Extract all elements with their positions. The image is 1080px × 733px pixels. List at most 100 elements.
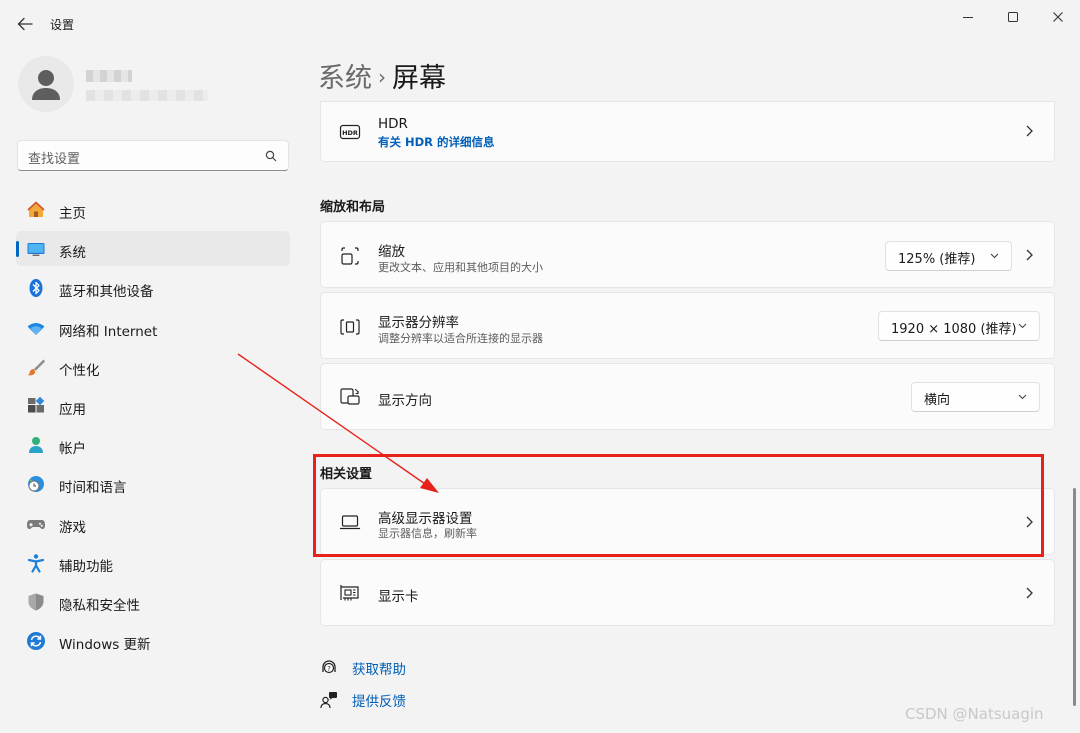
sidebar-item-windows-update[interactable]: Windows 更新	[16, 623, 290, 658]
svg-text:?: ?	[327, 665, 331, 673]
sidebar-item-label: 游戏	[59, 519, 86, 536]
graphics-card[interactable]: 显示卡	[320, 559, 1055, 626]
home-icon	[27, 201, 45, 217]
orientation-card: 显示方向 横向	[320, 363, 1055, 430]
back-arrow-icon[interactable]	[14, 14, 36, 34]
sidebar-item-accessibility[interactable]: 辅助功能	[16, 545, 290, 580]
chevron-right-icon	[1026, 587, 1033, 599]
feedback-link[interactable]: 提供反馈	[320, 690, 520, 710]
get-help-label: 获取帮助	[352, 662, 406, 678]
scale-dropdown[interactable]: 125% (推荐)	[885, 241, 1012, 271]
resolution-card: 显示器分辨率 调整分辨率以适合所连接的显示器 1920 × 1080 (推荐)	[320, 292, 1055, 359]
scale-card[interactable]: 缩放 更改文本、应用和其他项目的大小 125% (推荐)	[320, 221, 1055, 288]
sidebar-item-time-language[interactable]: 时间和语言	[16, 466, 290, 501]
sidebar-item-label: 辅助功能	[59, 558, 113, 575]
breadcrumb: 系统 › 屏幕	[318, 56, 446, 95]
sidebar-item-apps[interactable]: 应用	[16, 388, 290, 423]
sidebar-item-label: 时间和语言	[59, 480, 127, 497]
scale-subtitle: 更改文本、应用和其他项目的大小	[378, 261, 543, 274]
shield-icon	[28, 593, 44, 611]
sidebar-item-privacy[interactable]: 隐私和安全性	[16, 584, 290, 619]
account-name-redacted	[86, 70, 132, 82]
account-icon	[29, 437, 43, 454]
search-box[interactable]: 查找设置	[17, 140, 289, 171]
feedback-label: 提供反馈	[352, 694, 406, 710]
search-input[interactable]: 查找设置	[28, 148, 80, 167]
accessibility-icon	[27, 553, 45, 573]
chevron-down-icon	[1018, 394, 1027, 400]
orientation-title: 显示方向	[378, 393, 432, 409]
sidebar-item-label: 个性化	[59, 362, 100, 379]
advanced-display-title: 高级显示器设置	[378, 511, 473, 527]
minimize-button[interactable]	[950, 6, 986, 28]
chevron-down-icon	[1018, 323, 1027, 329]
orientation-dropdown[interactable]: 横向	[911, 382, 1040, 412]
title-bar: 设置	[0, 0, 1080, 48]
sidebar-item-label: 主页	[59, 206, 86, 222]
update-icon	[27, 632, 45, 651]
sidebar-item-label: 网络和 Internet	[59, 323, 158, 340]
sidebar-item-network[interactable]: 网络和 Internet	[16, 310, 290, 345]
sidebar-item-system[interactable]: 系统	[16, 231, 290, 267]
watermark: CSDN @Natsuagin	[905, 705, 1044, 723]
sidebar-item-personalization[interactable]: 个性化	[16, 349, 290, 384]
sidebar-item-bluetooth[interactable]: 蓝牙和其他设备	[16, 270, 290, 305]
maximize-button[interactable]	[995, 6, 1031, 28]
page-title: 屏幕	[392, 63, 446, 94]
chevron-down-icon	[990, 253, 999, 259]
hdr-icon: HDR	[339, 124, 361, 140]
brush-icon	[27, 359, 45, 376]
account-email-redacted	[86, 90, 208, 101]
hdr-details-link[interactable]: 有关 HDR 的详细信息	[378, 134, 495, 150]
chevron-right-icon	[1026, 516, 1033, 528]
resolution-subtitle: 调整分辨率以适合所连接的显示器	[378, 332, 543, 345]
get-help-link[interactable]: ? 获取帮助	[320, 658, 520, 678]
breadcrumb-parent[interactable]: 系统	[318, 63, 372, 94]
bluetooth-icon	[29, 279, 43, 298]
advanced-display-card[interactable]: 高级显示器设置 显示器信息，刷新率	[320, 488, 1055, 555]
advanced-display-subtitle: 显示器信息，刷新率	[378, 527, 477, 540]
scale-icon	[341, 247, 359, 265]
resolution-value: 1920 × 1080 (推荐)	[891, 322, 1017, 337]
search-icon[interactable]	[265, 150, 277, 162]
orientation-icon	[340, 388, 360, 405]
sidebar-item-gaming[interactable]: 游戏	[16, 506, 290, 541]
wifi-icon	[27, 322, 45, 335]
graphics-card-icon	[340, 585, 359, 601]
sidebar-item-label: 帐户	[59, 441, 86, 458]
resolution-icon	[340, 319, 360, 335]
orientation-value: 横向	[924, 393, 951, 408]
avatar[interactable]	[18, 56, 74, 112]
globe-clock-icon	[28, 476, 44, 493]
gamepad-icon	[27, 519, 45, 529]
sidebar-item-label: 系统	[59, 245, 86, 262]
section-heading-related: 相关设置	[320, 467, 373, 482]
scrollbar-thumb[interactable]	[1073, 488, 1076, 706]
apps-icon	[28, 396, 45, 413]
help-icon: ?	[322, 660, 336, 674]
resolution-dropdown[interactable]: 1920 × 1080 (推荐)	[878, 311, 1040, 341]
graphics-title: 显示卡	[378, 589, 419, 605]
close-button[interactable]	[1040, 6, 1076, 28]
sidebar-nav: 主页 系统 蓝牙和其他设备 网络和 Internet 个性化 应用 帐户 时间和…	[16, 192, 290, 662]
svg-text:HDR: HDR	[342, 129, 358, 137]
resolution-title: 显示器分辨率	[378, 315, 459, 331]
system-monitor-icon	[27, 243, 45, 257]
chevron-right-icon	[1026, 125, 1033, 137]
hdr-card[interactable]: HDR HDR 有关 HDR 的详细信息	[320, 101, 1055, 162]
laptop-icon	[339, 515, 361, 530]
sidebar-item-label: 隐私和安全性	[59, 597, 140, 614]
breadcrumb-separator: ›	[378, 65, 386, 89]
sidebar-item-accounts[interactable]: 帐户	[16, 427, 290, 462]
sidebar-item-label: 蓝牙和其他设备	[59, 284, 154, 301]
sidebar-item-label: Windows 更新	[59, 637, 151, 654]
scale-value: 125% (推荐)	[898, 252, 976, 267]
hdr-title: HDR	[378, 116, 408, 132]
sidebar-item-label: 应用	[59, 401, 86, 418]
scale-title: 缩放	[378, 244, 405, 260]
user-icon	[32, 70, 60, 100]
sidebar-item-home[interactable]: 主页	[16, 192, 290, 227]
section-heading-scale-layout: 缩放和布局	[320, 200, 386, 215]
feedback-icon	[320, 692, 337, 709]
chevron-right-icon[interactable]	[1024, 248, 1034, 262]
